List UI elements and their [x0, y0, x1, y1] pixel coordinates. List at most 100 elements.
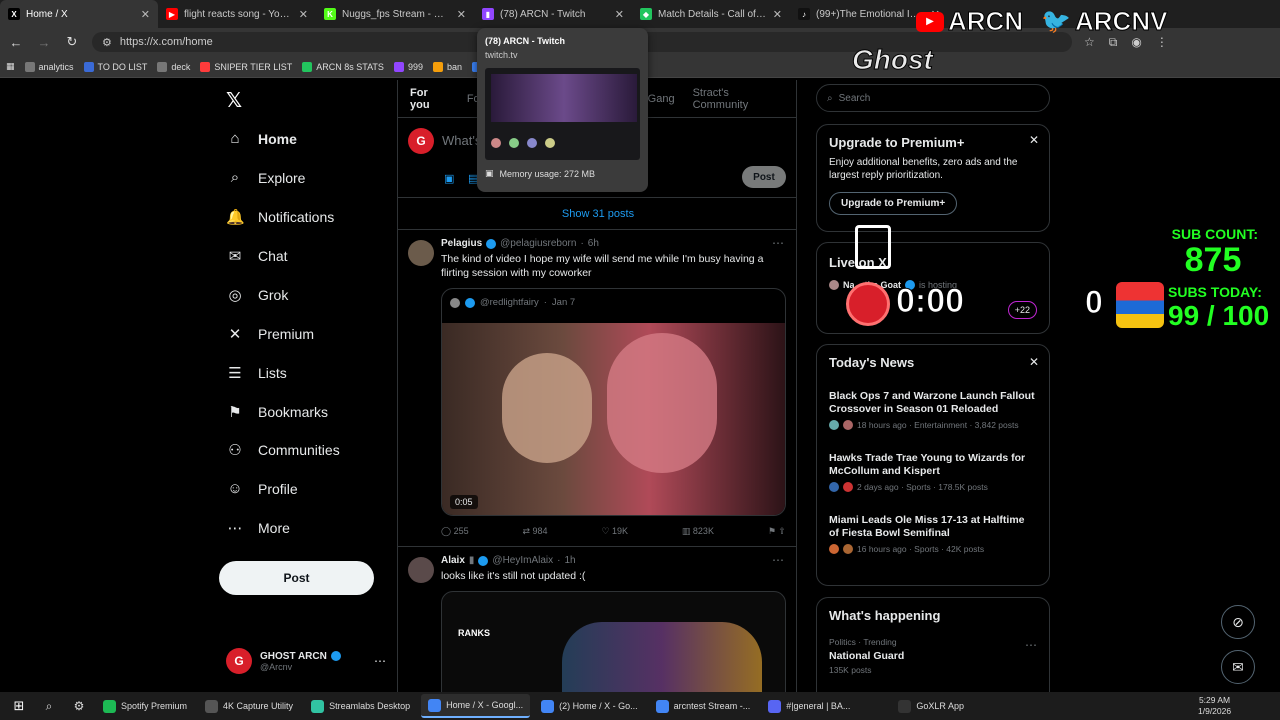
bookmark-item[interactable]: analytics [24, 61, 74, 72]
bookmark-item[interactable]: SNIPER TIER LIST [200, 61, 292, 72]
tweet-image[interactable]: RANKS [441, 591, 786, 692]
x-logo-icon[interactable]: 𝕏 [226, 88, 242, 113]
sidebar-item-home[interactable]: ⌂ Home [226, 130, 296, 147]
avatar: G [226, 648, 252, 674]
news-item[interactable]: Miami Leads Ole Miss 17-13 at Halftime o… [829, 514, 1037, 554]
tab-title: Match Details - Call of Duty: Bl [658, 8, 767, 20]
tweet-more-icon[interactable]: ⋯ [772, 236, 784, 250]
tab-community[interactable]: Stract's Community [693, 87, 784, 111]
close-icon[interactable]: ✕ [1029, 355, 1039, 369]
image-icon[interactable]: ▣ [444, 172, 454, 185]
taskbar-app[interactable]: Spotify Premium [96, 694, 194, 718]
tweet-author[interactable]: Pelagius [441, 238, 482, 249]
sidebar-item-explore[interactable]: ⌕ Explore [226, 169, 306, 186]
close-tab-icon[interactable]: ✕ [615, 8, 624, 21]
browser-tab[interactable]: ▮ (78) ARCN - Twitch ✕ [474, 0, 632, 28]
views-button[interactable]: ▥ 823K [682, 526, 714, 537]
browser-tab[interactable]: ◆ Match Details - Call of Duty: Bl ✕ [632, 0, 790, 28]
apps-grid-icon[interactable]: ▦ [6, 61, 15, 72]
settings-gear-icon[interactable]: ⚙ [66, 699, 92, 713]
grok-icon[interactable]: ⊘ [1221, 605, 1255, 639]
site-info-icon[interactable]: ⚙ [102, 36, 112, 49]
tweet-handle[interactable]: @pelagiusreborn [500, 238, 576, 249]
system-clock[interactable]: 5:29 AM 1/9/2026 [1198, 695, 1231, 717]
sidebar-item-profile[interactable]: ☺ Profile [226, 480, 297, 497]
sidebar-item-communities[interactable]: ⚇ Communities [226, 441, 339, 459]
tweet-handle[interactable]: @HeyImAlaix [492, 555, 553, 566]
home-icon: ⌂ [230, 130, 240, 147]
sidebar-item-grok[interactable]: ◎ Grok [226, 286, 288, 304]
taskbar-app[interactable]: Home / X - Googl... [421, 694, 531, 718]
tab-hover-preview: (78) ARCN - Twitch twitch.tv ▣ Memory usa… [477, 28, 648, 192]
tweet-time[interactable]: 1h [564, 555, 575, 566]
close-tab-icon[interactable]: ✕ [299, 8, 308, 21]
more-icon[interactable]: ⋯ [374, 654, 386, 668]
sidebar-item-more[interactable]: ⋯ More [226, 519, 290, 537]
news-item[interactable]: Hawks Trade Trae Young to Wizards for Mc… [829, 452, 1037, 492]
tab-for-you[interactable]: For you [410, 87, 449, 111]
tab-favicon-icon: K [324, 8, 336, 20]
more-icon: ⋯ [227, 520, 243, 537]
quote-time: Jan 7 [551, 297, 576, 308]
tweet[interactable]: Pelagius @pelagiusreborn · 6h ⋯ The kind… [398, 230, 796, 547]
verified-icon [478, 555, 489, 566]
reload-icon[interactable]: ↻ [64, 34, 80, 50]
sidebar-item-chat[interactable]: ✉ Chat [226, 247, 288, 265]
taskbar-app[interactable]: 4K Capture Utility [198, 694, 300, 718]
reply-button[interactable]: ◯ 255 [441, 526, 469, 537]
bookmark-item[interactable]: 999 [393, 61, 423, 72]
search-icon[interactable]: ⌕ [36, 699, 62, 714]
tweet-time[interactable]: 6h [588, 238, 599, 249]
tweet-author[interactable]: Alaix [441, 555, 465, 566]
search-input[interactable]: ⌕ Search [816, 84, 1050, 112]
bookmark-icon[interactable]: ⚑ ⇪ [768, 526, 786, 537]
quote-tweet[interactable]: @redlightfairy · Jan 7 0:05 [441, 288, 786, 516]
windows-start-icon[interactable]: ⊞ [6, 698, 32, 714]
tweet[interactable]: Alaix ▮ @HeyImAlaix · 1h ⋯ looks like it… [398, 547, 796, 692]
trend-topic[interactable]: National Guard [829, 650, 1037, 662]
like-button[interactable]: ♡ 19K [601, 526, 628, 537]
trend-more-icon[interactable]: ⋯ [1025, 638, 1037, 652]
sidebar-item-notifications[interactable]: 🔔 Notifications [226, 208, 334, 226]
app-icon [768, 699, 782, 713]
bookmark-icon [302, 61, 313, 72]
forward-icon[interactable]: → [36, 35, 52, 50]
taskbar-app[interactable]: (2) Home / X - Go... [534, 694, 645, 718]
taskbar-app[interactable]: Streamlabs Desktop [304, 694, 417, 718]
bookmark-item[interactable]: TO DO LIST [83, 61, 147, 72]
close-icon[interactable]: ✕ [1029, 133, 1039, 147]
communities-icon: ⚇ [228, 442, 242, 459]
show-new-posts[interactable]: Show 31 posts [398, 198, 796, 230]
news-item[interactable]: Black Ops 7 and Warzone Launch Fallout C… [829, 390, 1037, 430]
tweet-avatar[interactable] [408, 557, 434, 583]
tweet-avatar[interactable] [408, 240, 434, 266]
messages-icon[interactable]: ✉ [1221, 650, 1255, 684]
upgrade-premium-button[interactable]: Upgrade to Premium+ [829, 192, 958, 215]
premium-body: Enjoy additional benefits, zero ads and … [829, 157, 1018, 181]
taskbar-app-goxlr[interactable]: GoXLR App [891, 694, 971, 718]
post-button[interactable]: Post [219, 561, 374, 595]
compose-post-button[interactable]: Post [742, 166, 786, 188]
browser-tab[interactable]: K Nuggs_fps Stream - Watch Live ✕ [316, 0, 474, 28]
repost-button[interactable]: ⇄ 984 [522, 526, 547, 537]
bookmark-item[interactable]: ARCN 8s STATS [302, 61, 384, 72]
back-icon[interactable]: ← [8, 35, 24, 50]
taskbar-app[interactable]: arcntest Stream -... [649, 694, 758, 718]
compose-input[interactable]: What's [442, 133, 481, 148]
tweet-more-icon[interactable]: ⋯ [772, 553, 784, 567]
bookmark-item[interactable]: deck [157, 61, 190, 72]
sidebar-item-premium[interactable]: ✕ Premium [226, 325, 314, 343]
live-listeners-badge[interactable]: +22 [1007, 301, 1037, 319]
close-tab-icon[interactable]: ✕ [457, 8, 466, 21]
sidebar-item-lists[interactable]: ☰ Lists [226, 364, 287, 382]
browser-tab[interactable]: ▶ flight reacts song - YouTube ✕ [158, 0, 316, 28]
bookmark-item[interactable]: ban [432, 61, 462, 72]
video-player[interactable]: 0:05 [442, 323, 785, 515]
close-tab-icon[interactable]: ✕ [141, 8, 150, 21]
tab-gang[interactable]: Gang [648, 93, 675, 105]
browser-tab[interactable]: X Home / X ✕ [0, 0, 158, 28]
taskbar-app[interactable]: #|general | BA... [761, 694, 857, 718]
account-switcher[interactable]: G GHOST ARCN @Arcnv ⋯ [226, 648, 386, 674]
close-tab-icon[interactable]: ✕ [773, 8, 782, 21]
sidebar-item-bookmarks[interactable]: ⚑ Bookmarks [226, 403, 328, 421]
